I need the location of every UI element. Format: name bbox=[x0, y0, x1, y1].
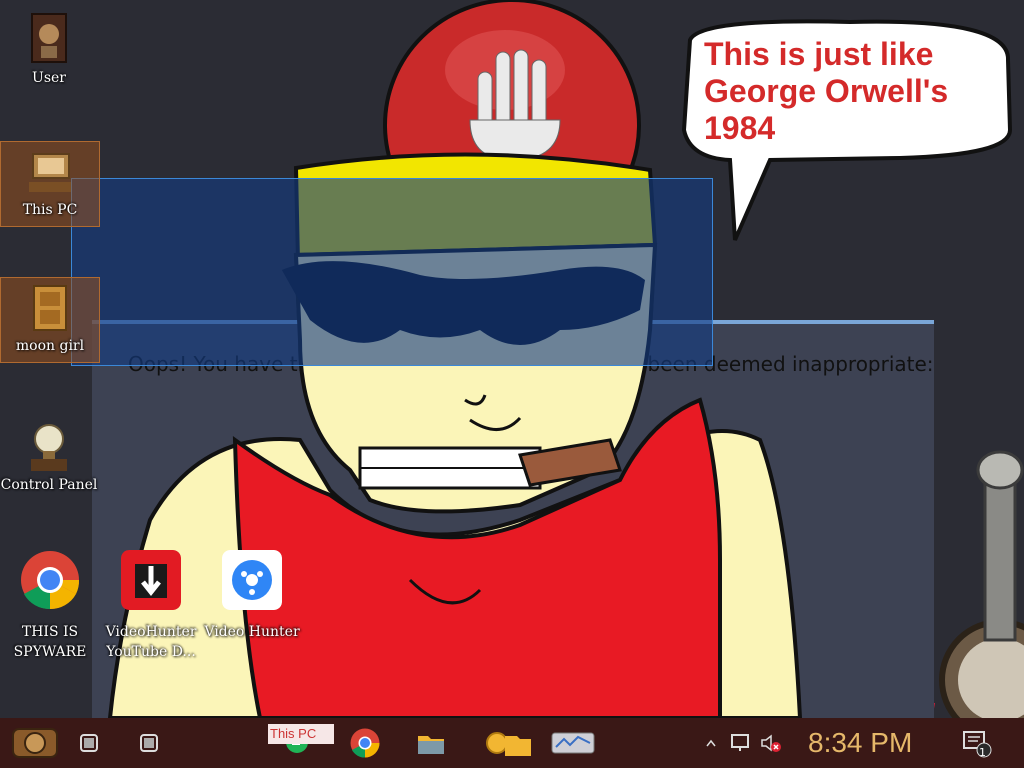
wooden-cabinet-icon bbox=[33, 285, 67, 331]
desktop-icon-control-panel[interactable]: Control Panel bbox=[0, 413, 98, 497]
desktop-icon-user[interactable]: User bbox=[0, 4, 98, 94]
virtual-desktop-icon bbox=[140, 734, 158, 752]
chrome-icon bbox=[350, 728, 380, 758]
steampunk-computer-icon bbox=[29, 153, 71, 192]
taskbar-app-chrome[interactable] bbox=[348, 718, 382, 768]
desktop-icon-videohunter-youtube[interactable]: VideoHunter YouTube D... bbox=[101, 550, 201, 662]
desktop-icon-label: User bbox=[32, 70, 66, 86]
video-hunter-icon bbox=[222, 550, 282, 610]
desktop-switch-button[interactable] bbox=[136, 718, 162, 768]
task-view-icon bbox=[80, 734, 98, 752]
desktop-icon-label: VideoHunter YouTube D... bbox=[105, 624, 197, 660]
action-center-button[interactable]: 1 bbox=[958, 718, 994, 768]
speech-line-1: This is just like bbox=[704, 36, 934, 72]
folder-icon bbox=[418, 736, 444, 754]
steampunk-start-icon bbox=[12, 728, 58, 758]
lightbulb-icon bbox=[31, 424, 67, 471]
notification-icon bbox=[963, 731, 992, 758]
videohunter-youtube-icon bbox=[121, 550, 181, 610]
desktop-icon-label: THIS IS SPYWARE bbox=[13, 624, 87, 660]
taskbar-app-monitor[interactable] bbox=[548, 718, 598, 768]
speech-bubble-text: This is just like George Orwell's 1984 bbox=[704, 36, 984, 147]
chrome-icon bbox=[21, 551, 80, 610]
task-view-button[interactable] bbox=[76, 718, 102, 768]
volume-muted-icon bbox=[761, 734, 781, 752]
desktop-icon-label: Control Panel bbox=[0, 477, 98, 493]
desktop-selection-rectangle bbox=[71, 178, 713, 366]
desktop-icon-label: Video Hunter bbox=[204, 624, 300, 640]
desktop-icon-chrome[interactable]: THIS IS SPYWARE bbox=[0, 550, 100, 662]
desktop-icon-label: This PC bbox=[22, 202, 78, 218]
start-button[interactable] bbox=[8, 718, 62, 768]
network-icon bbox=[731, 734, 749, 751]
desktop-icon-this-pc[interactable]: This PC bbox=[0, 141, 100, 227]
desktop-icon-moon-girl[interactable]: moon girl bbox=[0, 277, 100, 363]
speech-line-2: George Orwell's bbox=[704, 73, 949, 109]
show-hidden-icons-button[interactable] bbox=[704, 718, 718, 768]
chevron-up-icon bbox=[706, 739, 716, 747]
desktop-icon-video-hunter[interactable]: Video Hunter bbox=[202, 550, 302, 642]
desktop-icon-label: moon girl bbox=[15, 338, 85, 354]
taskbar-clock[interactable]: 8:34 PM bbox=[808, 718, 912, 768]
network-button[interactable] bbox=[728, 718, 754, 768]
system-monitor-icon bbox=[551, 732, 595, 754]
steampunk-user-icon bbox=[31, 13, 67, 63]
taskbar-app-settings-folder[interactable] bbox=[482, 718, 534, 768]
volume-button[interactable] bbox=[758, 718, 784, 768]
taskbar-app-file-explorer[interactable] bbox=[414, 718, 448, 768]
taskbar: 8:34 PM 1 bbox=[0, 718, 1024, 768]
blocked-page-window: Oops! You have tr as been deemed inappro… bbox=[92, 320, 934, 724]
taskbar-tooltip: This PC bbox=[268, 724, 334, 744]
gear-folder-icon bbox=[486, 732, 531, 756]
notification-count-badge: 1 bbox=[979, 746, 986, 759]
speech-line-3: 1984 bbox=[704, 110, 776, 146]
